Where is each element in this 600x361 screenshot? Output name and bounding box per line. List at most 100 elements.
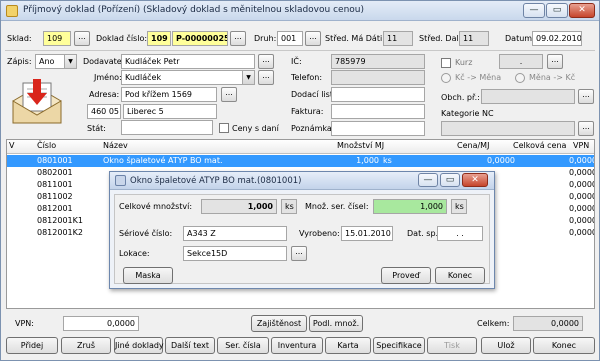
maska-button[interactable]: Maska — [123, 267, 173, 284]
mnoz-ser-field: 1,000 — [373, 199, 447, 214]
adresa-lookup-button[interactable]: ... — [221, 87, 237, 102]
celkove-mj-field: ks — [281, 199, 297, 214]
obch-pr-lookup-button[interactable]: ... — [578, 89, 594, 104]
inventura-button[interactable]: Inventura — [271, 337, 323, 354]
celkem-field: 0,0000 — [513, 316, 583, 331]
celkove-mnozstvi-label: Celkové množství: — [119, 202, 193, 211]
jmeno-combo[interactable]: Kudláček ▼ — [121, 70, 255, 85]
window-icon — [115, 175, 126, 186]
sklad-field[interactable]: 109 — [43, 31, 71, 46]
chevron-down-icon[interactable]: ▼ — [64, 55, 76, 68]
main-window: Příjmový doklad (Pořízení) (Skladový dok… — [0, 0, 600, 361]
zrus-button[interactable]: Zruš — [61, 337, 111, 354]
jine-doklady-button[interactable]: Jiné doklady — [114, 337, 164, 354]
adresa-label: Adresa: — [89, 90, 120, 99]
cell-celkova-cena: 0,0000 — [569, 156, 595, 165]
dialog-minimize-button[interactable]: — — [418, 173, 438, 187]
ser-cisla-button[interactable]: Ser. čísla — [217, 337, 269, 354]
maximize-button[interactable]: ▭ — [546, 3, 568, 18]
doklad-lookup-button[interactable]: ... — [230, 31, 246, 46]
dialog-close-button[interactable]: ✕ — [462, 173, 488, 187]
table-row[interactable]: 0801001 Okno špaletové ATYP BO mat. 1,000 k… — [7, 155, 595, 167]
celkem-label: Celkem: — [477, 319, 510, 328]
ceny-s-dani-checkbox[interactable] — [219, 123, 229, 133]
jmeno-lookup-button[interactable]: ... — [258, 70, 274, 85]
mena-kc-radio[interactable] — [515, 73, 525, 83]
lokace-field[interactable]: Sekce15D — [183, 246, 287, 261]
kurz-field: . — [499, 54, 543, 69]
proved-button[interactable]: Proveď — [381, 267, 431, 284]
zapis-label: Zápis: — [7, 57, 32, 66]
zajistenost-button[interactable]: Zajištěnost — [251, 315, 307, 332]
kategorie-nc-lookup-button[interactable]: ... — [578, 121, 594, 136]
cell-cislo: 0812001K2 — [37, 228, 83, 237]
cell-cislo: 0811001 — [37, 180, 73, 189]
kc-mena-radio[interactable] — [441, 73, 451, 83]
podl-mnoz-button[interactable]: Podl. množ. — [309, 315, 363, 332]
sklad-label: Sklad: — [7, 34, 32, 43]
col-celkova-cena[interactable]: Celková cena — [513, 141, 566, 150]
faktura-field[interactable] — [331, 104, 425, 119]
telefon-field — [331, 70, 425, 85]
dodavatel-field[interactable]: Kudláček Petr — [121, 54, 255, 69]
uloz-button[interactable]: Ulož — [481, 337, 531, 354]
kurz-checkbox[interactable] — [441, 58, 451, 68]
stred-dal-label: Střed. Dal: — [419, 34, 462, 43]
col-mnozstvi[interactable]: Množství MJ — [337, 141, 384, 150]
dalsi-text-button[interactable]: Další text — [165, 337, 215, 354]
ic-field: 785979 — [331, 54, 425, 69]
stat-field[interactable] — [121, 120, 213, 135]
dodavatel-lookup-button[interactable]: ... — [258, 54, 274, 69]
kurz-lookup-button[interactable]: ... — [547, 54, 563, 69]
col-nazev[interactable]: Název — [103, 141, 128, 150]
kategorie-nc-label: Kategorie NC — [441, 109, 494, 118]
cell-celkova-cena: 0,0000 — [569, 204, 595, 213]
mesto-field[interactable]: Liberec 5 — [123, 104, 217, 119]
cell-celkova-cena: 0,0000 — [569, 216, 595, 225]
datum-field[interactable]: 09.02.2010 — [532, 31, 582, 46]
jmeno-label: Jméno: — [94, 73, 122, 82]
adresa-field[interactable]: Pod křížem 1569 — [121, 87, 217, 102]
doklad-number-field[interactable]: P-00000025 — [172, 31, 228, 46]
cell-mj: ks — [383, 156, 392, 165]
cell-cislo: 0801001 — [37, 156, 73, 165]
col-v[interactable]: V — [9, 141, 14, 150]
minimize-button[interactable]: — — [523, 3, 545, 18]
vyrobeno-field[interactable]: 15.01.2010 — [341, 226, 393, 241]
sklad-lookup-button[interactable]: ... — [74, 31, 90, 46]
lokace-lookup-button[interactable]: ... — [291, 246, 307, 261]
ic-label: IČ: — [291, 57, 302, 66]
document-icon — [6, 5, 18, 17]
psc-field[interactable]: 460 05 — [87, 104, 121, 119]
seriove-cislo-field[interactable]: A343 Z — [183, 226, 287, 241]
cell-cislo: 0802001 — [37, 168, 73, 177]
tisk-button[interactable]: Tisk — [427, 337, 477, 354]
chevron-down-icon[interactable]: ▼ — [242, 71, 254, 84]
dialog-maximize-button[interactable]: ▭ — [440, 173, 460, 187]
karta-button[interactable]: Karta — [325, 337, 371, 354]
col-vpn[interactable]: VPN — [573, 141, 589, 150]
druh-lookup-button[interactable]: ... — [305, 31, 321, 46]
poznamka-field[interactable] — [331, 121, 425, 136]
konec-dialog-button[interactable]: Konec — [435, 267, 485, 284]
pridej-button[interactable]: Přidej — [6, 337, 58, 354]
col-cislo[interactable]: Číslo — [37, 141, 56, 150]
telefon-label: Telefon: — [291, 73, 323, 82]
jmeno-value: Kudláček — [125, 73, 162, 82]
dialog-title-bar: Okno špaletové ATYP BO mat.(0801001) — ▭… — [110, 172, 494, 190]
dat-sp-field[interactable]: . . — [437, 226, 483, 241]
doklad-prefix-field[interactable]: 109 — [147, 31, 171, 46]
kc-mena-label: Kč -> Měna — [455, 73, 502, 82]
druh-label: Druh: — [254, 34, 277, 43]
close-button[interactable]: ✕ — [569, 3, 595, 18]
table-header: V Číslo Název Množství MJ Cena/MJ Celkov… — [7, 140, 594, 154]
stred-dal-field: 11 — [459, 31, 489, 46]
stred-ma-dati-field: 11 — [383, 31, 413, 46]
konec-button[interactable]: Konec — [533, 337, 595, 354]
col-cena[interactable]: Cena/MJ — [457, 141, 489, 150]
specifikace-button[interactable]: Specifikace — [373, 337, 425, 354]
zapis-select[interactable]: Ano ▼ — [35, 54, 77, 69]
dodaci-list-field[interactable] — [331, 87, 425, 102]
cell-celkova-cena: 0,0000 — [569, 228, 595, 237]
druh-field[interactable]: 001 — [277, 31, 303, 46]
